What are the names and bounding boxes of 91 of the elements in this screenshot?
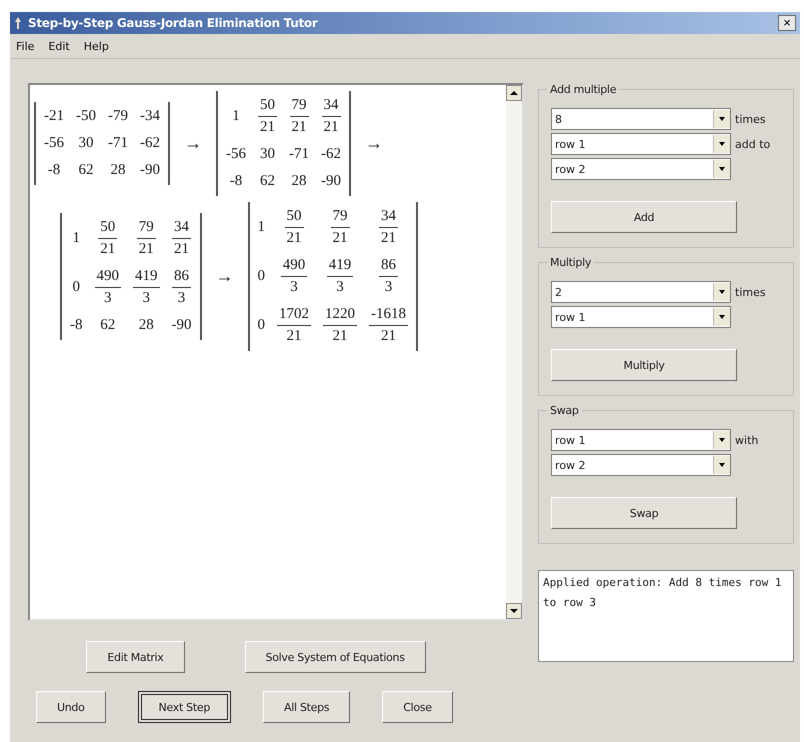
matrix-entry: 28 — [292, 173, 306, 190]
fraction: -1618 21 — [369, 306, 408, 345]
step-arrow: → — [184, 133, 202, 154]
menu-item[interactable]: File — [16, 40, 34, 52]
fraction: 86 3 — [379, 257, 398, 296]
matrix-entry: 28 — [110, 162, 126, 179]
matrix-entry: 30 — [78, 135, 94, 152]
action-button[interactable]: All Steps — [263, 691, 350, 723]
matrix-entry: -79 — [108, 108, 128, 125]
dropdown[interactable]: row 1 — [551, 306, 732, 328]
caret-icon — [713, 160, 730, 178]
caret-icon — [713, 431, 730, 449]
step-arrow: → — [365, 133, 383, 154]
matrix-entry: -56 — [44, 135, 64, 152]
matrix-entry: 1 — [232, 108, 240, 125]
action-button[interactable]: Close — [382, 691, 453, 723]
matrix-entry: 1 — [258, 219, 265, 236]
matrix-entry: 28 — [138, 317, 154, 334]
group-button[interactable]: Multiply — [551, 349, 738, 381]
caret-icon — [713, 110, 730, 128]
dropdown[interactable]: 8 — [551, 108, 732, 130]
group-button[interactable]: Swap — [551, 497, 738, 529]
fraction: 86 3 — [172, 268, 191, 307]
action-button[interactable]: Solve System of Equations — [244, 641, 426, 673]
matrix-entry: 62 — [78, 162, 94, 179]
caret-icon — [713, 283, 730, 301]
menu-item[interactable]: Edit — [48, 40, 70, 52]
matrix-entry: -71 — [108, 135, 128, 152]
matrix-entry: -8 — [48, 162, 60, 179]
matrix-entry: 0 — [258, 317, 265, 334]
dropdown[interactable]: 2 — [551, 281, 732, 303]
scroll-up-icon[interactable] — [506, 85, 522, 101]
scroll-bar[interactable] — [506, 85, 522, 619]
matrix-entry: -50 — [76, 108, 96, 125]
window-title: Step-by-Step Gauss-Jordan Elimination Tutor — [28, 16, 319, 30]
matrix-entry: 30 — [260, 146, 275, 163]
field-label: times — [735, 286, 766, 298]
matrix-entry: -8 — [230, 173, 242, 190]
field-label: with — [735, 434, 758, 446]
group-title: Add multiple — [547, 83, 620, 96]
dropdown[interactable]: row 1 — [551, 133, 732, 155]
matrix-entry: -62 — [321, 146, 341, 163]
app-icon — [14, 16, 22, 30]
dropdown[interactable]: row 2 — [551, 158, 732, 180]
fraction: 490 3 — [280, 257, 308, 296]
action-button[interactable]: Undo — [36, 691, 106, 723]
fraction: 50 21 — [258, 97, 277, 136]
action-button[interactable]: Edit Matrix — [86, 641, 185, 673]
field-label: add to — [735, 138, 770, 150]
matrix-entry: 1 — [72, 230, 80, 247]
matrix-entry: 0 — [72, 279, 80, 296]
action-button[interactable]: Next Step — [138, 691, 232, 723]
fraction: 34 21 — [322, 97, 340, 136]
menu-item[interactable]: Help — [84, 40, 109, 52]
fraction: 50 21 — [98, 219, 118, 258]
caret-icon — [713, 135, 730, 153]
matrix-entry: -62 — [140, 135, 160, 152]
field-label: times — [735, 112, 766, 126]
scroll-down-icon[interactable] — [506, 603, 522, 619]
matrix-entry: 62 — [100, 317, 116, 334]
fraction: 34 21 — [379, 208, 398, 247]
fraction: 50 21 — [284, 208, 304, 247]
group-title: Multiply — [547, 256, 594, 269]
caret-icon — [713, 308, 730, 326]
matrix-entry: -90 — [172, 317, 192, 334]
matrix-entry: -71 — [289, 146, 309, 163]
fraction: 490 3 — [94, 268, 121, 307]
output-text: Applied operation: Add 8 times row 1 to row 3 — [538, 570, 794, 662]
fraction: 419 3 — [133, 268, 160, 307]
fraction: 419 3 — [326, 257, 354, 296]
group-button[interactable]: Add — [551, 201, 738, 233]
matrix-entry: 0 — [258, 268, 265, 285]
fraction: 79 21 — [290, 97, 308, 136]
fraction: 79 21 — [330, 208, 350, 247]
fraction: 1702 21 — [277, 306, 311, 345]
matrix-entry: 62 — [260, 173, 275, 190]
fraction: 1220 21 — [323, 306, 357, 345]
matrix-entry: -21 — [44, 108, 64, 125]
matrix-entry: -34 — [140, 108, 160, 125]
close-button[interactable]: × — [778, 15, 796, 31]
dropdown[interactable]: row 2 — [551, 454, 732, 476]
matrix-entry: -56 — [226, 146, 246, 163]
group-title: Swap — [547, 404, 582, 417]
dropdown[interactable]: row 1 — [551, 429, 732, 451]
fraction: 34 21 — [172, 219, 191, 258]
matrix-entry: -90 — [140, 162, 160, 179]
matrix-entry: -90 — [321, 173, 341, 190]
caret-icon — [713, 456, 730, 474]
fraction: 79 21 — [136, 219, 156, 258]
step-arrow: → — [216, 266, 234, 287]
matrix-entry: -8 — [70, 317, 82, 334]
